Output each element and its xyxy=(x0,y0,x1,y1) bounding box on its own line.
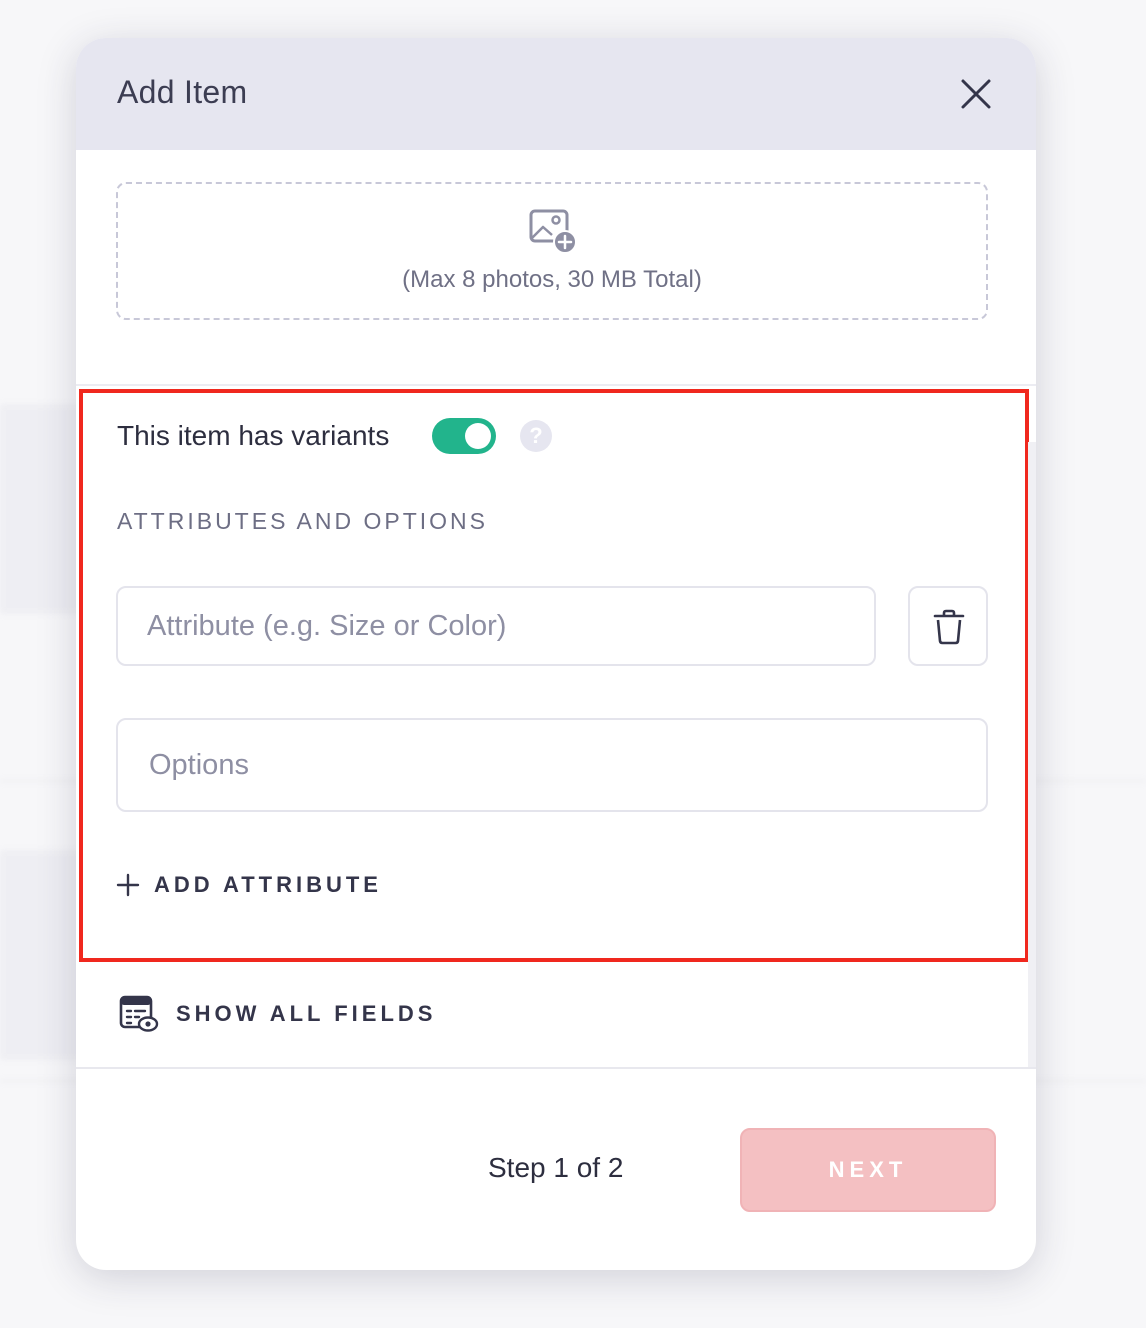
close-button[interactable] xyxy=(956,74,996,114)
calendar-eye-icon xyxy=(119,995,159,1032)
add-item-modal: Add Item (Max 8 photos, 30 MB Total) Thi… xyxy=(76,38,1036,1270)
scrollbar[interactable] xyxy=(1028,442,1036,1068)
footer-divider xyxy=(76,1067,1036,1069)
section-divider xyxy=(76,384,1036,386)
upload-hint: (Max 8 photos, 30 MB Total) xyxy=(402,266,702,293)
show-all-fields-button[interactable]: SHOW ALL FIELDS xyxy=(119,994,436,1034)
image-add-icon xyxy=(529,209,577,254)
variants-section-highlight xyxy=(79,389,1029,962)
modal-header: Add Item xyxy=(76,38,1036,150)
close-icon xyxy=(961,79,991,109)
photo-upload-dropzone[interactable]: (Max 8 photos, 30 MB Total) xyxy=(116,182,988,320)
step-indicator: Step 1 of 2 xyxy=(488,1152,624,1183)
show-all-fields-label: SHOW ALL FIELDS xyxy=(176,1001,437,1026)
modal-title: Add Item xyxy=(117,74,248,110)
next-button[interactable]: NEXT xyxy=(740,1128,996,1212)
